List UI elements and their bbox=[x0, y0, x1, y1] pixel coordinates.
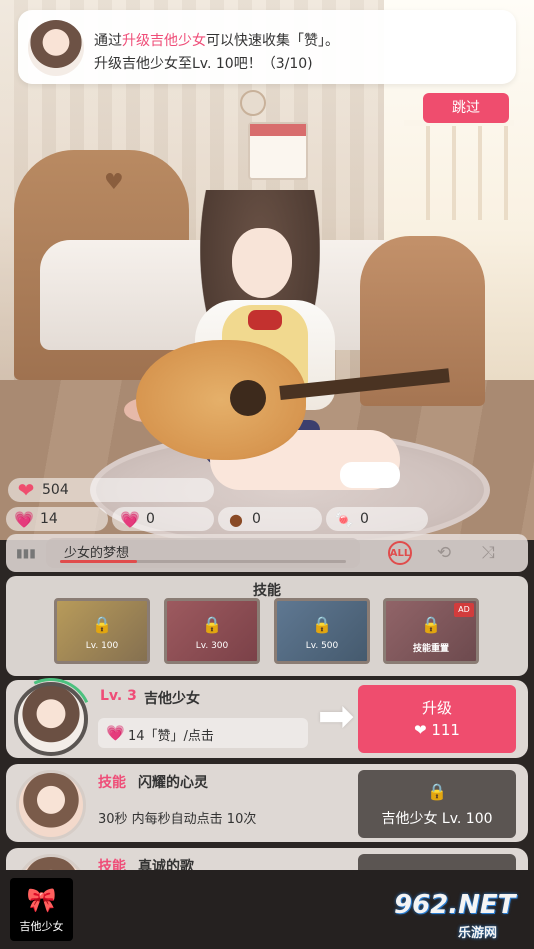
likes-total: 504 bbox=[42, 482, 69, 498]
skill-row: 技能 闪耀的心灵 30秒 内每秒自动点击 10次 🔒 吉他少女 Lv. 100 bbox=[6, 764, 528, 842]
stat-tap-value: 14 bbox=[40, 511, 58, 527]
heart-icon: ❤ bbox=[17, 478, 35, 502]
repeat-all-icon[interactable]: ALL bbox=[388, 541, 412, 565]
watermark-logo: 962.NET 乐游网 bbox=[390, 890, 530, 946]
repeat-one-icon[interactable]: ⟲ bbox=[430, 541, 458, 565]
tab-guitar-girl[interactable]: 🎀 吉他少女 bbox=[10, 878, 73, 941]
character-level: Lv. 3 bbox=[100, 688, 137, 704]
likes-counter: ❤ 504 bbox=[8, 478, 214, 502]
song-progress-fill bbox=[60, 560, 138, 563]
notification-text-end: 可以快速收集「赞」。 bbox=[206, 33, 339, 49]
skill-requirement: 吉他少女 Lv. 100 bbox=[381, 811, 493, 827]
equalizer-icon[interactable]: ▮▮▮ bbox=[16, 546, 36, 560]
notification-line2: 升级吉他少女至Lv. 10吧！（3/10) bbox=[94, 56, 313, 72]
notification-line1: 通过升级吉他少女可以快速收集「赞」。 bbox=[94, 30, 339, 50]
notification-highlight: 升级吉他少女 bbox=[122, 33, 206, 49]
stat-chocolate: ● 0 bbox=[218, 507, 322, 531]
skill-slot-1[interactable]: 🔒 Lv. 100 bbox=[54, 598, 150, 664]
character-rate: 14「赞」/点击 bbox=[128, 729, 214, 744]
watermark-big: 962.NET bbox=[394, 890, 516, 920]
skill-slot-label: Lv. 300 bbox=[195, 641, 229, 651]
skills-title: 技能 bbox=[253, 583, 281, 599]
skill-description: 30秒 内每秒自动点击 10次 bbox=[98, 812, 257, 827]
character-rate-box: 💗 14「赞」/点击 bbox=[98, 718, 308, 748]
tutorial-notification: 通过升级吉他少女可以快速收集「赞」。 升级吉他少女至Lv. 10吧！（3/10) bbox=[18, 10, 516, 84]
song-progress bbox=[60, 560, 346, 563]
skill-tag: 技能 bbox=[98, 775, 126, 791]
stat-candy-value: 0 bbox=[360, 511, 369, 527]
heart-tap-icon: 💗 bbox=[14, 509, 34, 529]
upgrade-label: 升级 bbox=[421, 699, 452, 717]
notification-avatar bbox=[28, 20, 84, 76]
lock-icon: 🔒 bbox=[427, 782, 447, 801]
watermark-small: 乐游网 bbox=[458, 926, 498, 941]
character-ribbon bbox=[248, 310, 282, 330]
music-player: ▮▮▮ 少女的梦想 ALL ⟲ ⤨ bbox=[6, 534, 528, 572]
arrow-right-icon: ➡ bbox=[317, 691, 355, 742]
lock-icon: 🔒 bbox=[421, 615, 441, 634]
lock-icon: 🔒 bbox=[312, 615, 332, 634]
heart-tap-icon: 💗 bbox=[106, 724, 125, 742]
skill-slot-2[interactable]: 🔒 Lv. 300 bbox=[164, 598, 260, 664]
skill-locked-button[interactable]: 🔒 吉他少女 Lv. 100 bbox=[358, 770, 516, 838]
chocolate-icon: ● bbox=[229, 509, 243, 529]
character-row: Lv. 3 吉他少女 💗 14「赞」/点击 ➡ 升级 ❤ 111 bbox=[0, 666, 528, 772]
skill-slot-3[interactable]: 🔒 Lv. 500 bbox=[274, 598, 370, 664]
stat-auto-likes: 💗 0 bbox=[112, 507, 214, 531]
upgrade-cost-value: 111 bbox=[431, 721, 460, 739]
stat-candy: 🍬 0 bbox=[326, 507, 428, 531]
heart-carving-icon: ♥ bbox=[104, 170, 124, 195]
heart-icon: ❤ bbox=[414, 721, 432, 739]
skills-panel: 技能 🔒 Lv. 100 🔒 Lv. 300 🔒 Lv. 500 AD 🔒 技能… bbox=[6, 576, 528, 676]
skill-reset-label: 技能重置 bbox=[412, 644, 449, 654]
tab-label: 吉他少女 bbox=[19, 920, 64, 933]
stat-auto-value: 0 bbox=[146, 511, 155, 527]
skill-name: 闪耀的心灵 bbox=[138, 775, 208, 791]
song-selector[interactable]: 少女的梦想 bbox=[46, 538, 360, 568]
character-name: 吉他少女 bbox=[144, 691, 200, 707]
calendar bbox=[248, 122, 308, 180]
skill-slot-label: Lv. 100 bbox=[85, 641, 119, 651]
heart-clock-icon: 💗 bbox=[120, 509, 140, 529]
wall-decoration bbox=[240, 90, 266, 116]
shuffle-icon[interactable]: ⤨ bbox=[474, 541, 502, 565]
guitar bbox=[136, 340, 306, 460]
stat-chocolate-value: 0 bbox=[252, 511, 261, 527]
bow-icon: 🎀 bbox=[26, 886, 57, 914]
song-title: 少女的梦想 bbox=[64, 546, 130, 561]
level-progress-ring bbox=[0, 666, 104, 772]
balcony-rail bbox=[404, 120, 514, 220]
stat-tap-likes: 💗 14 bbox=[6, 507, 108, 531]
character-face bbox=[232, 228, 292, 298]
upgrade-button[interactable]: 升级 ❤ 111 bbox=[358, 685, 516, 753]
guitar-soundhole bbox=[230, 380, 266, 416]
notification-text: 通过 bbox=[94, 33, 122, 49]
character-sock bbox=[340, 462, 400, 488]
skill-avatar bbox=[16, 770, 86, 840]
skill-reset-slot[interactable]: AD 🔒 技能重置 bbox=[383, 598, 479, 664]
lock-icon: 🔒 bbox=[202, 615, 222, 634]
lock-icon: 🔒 bbox=[92, 615, 112, 634]
candy-icon: 🍬 bbox=[334, 509, 354, 529]
upgrade-cost: ❤ 111 bbox=[358, 721, 516, 739]
skill-slot-label: Lv. 500 bbox=[305, 641, 339, 651]
skip-button[interactable]: 跳过 bbox=[423, 93, 509, 123]
